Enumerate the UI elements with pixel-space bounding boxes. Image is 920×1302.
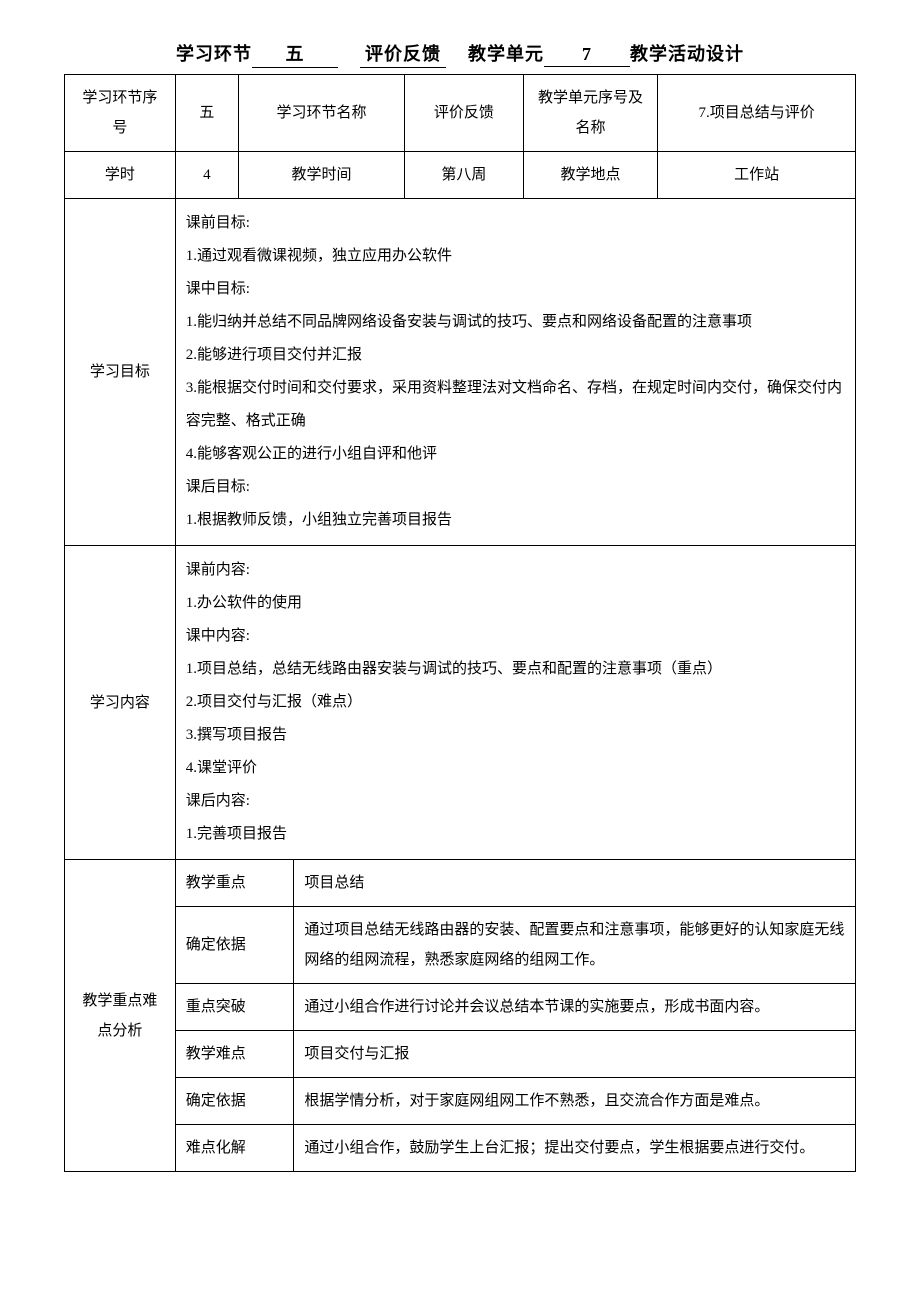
contents-body: 课前内容: 1.办公软件的使用 课中内容: 1.项目总结，总结无线路由器安装与调…: [175, 546, 855, 860]
analysis-r6b: 通过小组合作，鼓励学生上台汇报；提出交付要点，学生根据要点进行交付。: [294, 1125, 856, 1172]
analysis-label: 教学重点难点分析: [65, 860, 176, 1172]
cnt-in-2: 2.项目交付与汇报（难点）: [186, 686, 845, 719]
objectives-label: 学习目标: [65, 199, 176, 546]
analysis-r4b: 项目交付与汇报: [294, 1031, 856, 1078]
analysis-row-2: 确定依据 通过项目总结无线路由器的安装、配置要点和注意事项，能够更好的认知家庭无…: [65, 907, 856, 984]
analysis-r1a: 教学重点: [175, 860, 294, 907]
cnt-in-3: 3.撰写项目报告: [186, 719, 845, 752]
hdr-place-label: 教学地点: [523, 152, 657, 199]
analysis-r4a: 教学难点: [175, 1031, 294, 1078]
cnt-pre-title: 课前内容:: [186, 554, 845, 587]
obj-post-1: 1.根据教师反馈，小组独立完善项目报告: [186, 504, 845, 537]
obj-in-1: 1.能归纳并总结不同品牌网络设备安装与调试的技巧、要点和网络设备配置的注意事项: [186, 306, 845, 339]
header-row-1: 学习环节序号 五 学习环节名称 评价反馈 教学单元序号及名称 7.项目总结与评价: [65, 75, 856, 152]
analysis-row-3: 重点突破 通过小组合作进行讨论并会议总结本节课的实施要点，形成书面内容。: [65, 984, 856, 1031]
objectives-body: 课前目标: 1.通过观看微课视频，独立应用办公软件 课中目标: 1.能归纳并总结…: [175, 199, 855, 546]
title-stage-no: 五: [252, 40, 338, 68]
hdr-unit-label: 教学单元序号及名称: [523, 75, 657, 152]
cnt-pre-1: 1.办公软件的使用: [186, 587, 845, 620]
obj-in-4: 4.能够客观公正的进行小组自评和他评: [186, 438, 845, 471]
hdr-place-val: 工作站: [658, 152, 856, 199]
contents-label: 学习内容: [65, 546, 176, 860]
title-unit-no: 7: [544, 44, 630, 67]
analysis-r3a: 重点突破: [175, 984, 294, 1031]
title-pre: 学习环节: [176, 44, 252, 64]
hdr-stage-seq-val: 五: [175, 75, 238, 152]
analysis-r1b: 项目总结: [294, 860, 856, 907]
analysis-r5a: 确定依据: [175, 1078, 294, 1125]
obj-in-3: 3.能根据交付时间和交付要求，采用资料整理法对文档命名、存档，在规定时间内交付，…: [186, 372, 845, 438]
hdr-time-label: 教学时间: [239, 152, 405, 199]
obj-post-title: 课后目标:: [186, 471, 845, 504]
obj-in-title: 课中目标:: [186, 273, 845, 306]
header-row-2: 学时 4 教学时间 第八周 教学地点 工作站: [65, 152, 856, 199]
analysis-r5b: 根据学情分析，对于家庭网组网工作不熟悉，且交流合作方面是难点。: [294, 1078, 856, 1125]
obj-pre-1: 1.通过观看微课视频，独立应用办公软件: [186, 240, 845, 273]
hdr-stage-name-label: 学习环节名称: [239, 75, 405, 152]
obj-pre-title: 课前目标:: [186, 207, 845, 240]
title-gap1: [338, 44, 360, 64]
design-table: 学习环节序号 五 学习环节名称 评价反馈 教学单元序号及名称 7.项目总结与评价…: [64, 74, 856, 1172]
contents-row: 学习内容 课前内容: 1.办公软件的使用 课中内容: 1.项目总结，总结无线路由…: [65, 546, 856, 860]
analysis-r2a: 确定依据: [175, 907, 294, 984]
hdr-hours-label: 学时: [65, 152, 176, 199]
obj-in-2: 2.能够进行项目交付并汇报: [186, 339, 845, 372]
hdr-hours-val: 4: [175, 152, 238, 199]
objectives-row: 学习目标 课前目标: 1.通过观看微课视频，独立应用办公软件 课中目标: 1.能…: [65, 199, 856, 546]
hdr-time-val: 第八周: [405, 152, 524, 199]
hdr-unit-val: 7.项目总结与评价: [658, 75, 856, 152]
title-stage-name: 评价反馈: [360, 40, 446, 68]
analysis-row-5: 确定依据 根据学情分析，对于家庭网组网工作不熟悉，且交流合作方面是难点。: [65, 1078, 856, 1125]
analysis-r2b: 通过项目总结无线路由器的安装、配置要点和注意事项，能够更好的认知家庭无线网络的组…: [294, 907, 856, 984]
analysis-r3b: 通过小组合作进行讨论并会议总结本节课的实施要点，形成书面内容。: [294, 984, 856, 1031]
cnt-post-title: 课后内容:: [186, 785, 845, 818]
analysis-row-6: 难点化解 通过小组合作，鼓励学生上台汇报；提出交付要点，学生根据要点进行交付。: [65, 1125, 856, 1172]
title-mid: 教学单元: [446, 44, 544, 64]
cnt-in-1: 1.项目总结，总结无线路由器安装与调试的技巧、要点和配置的注意事项（重点）: [186, 653, 845, 686]
title-post: 教学活动设计: [630, 44, 744, 64]
hdr-stage-name-val: 评价反馈: [405, 75, 524, 152]
analysis-row-1: 教学重点难点分析 教学重点 项目总结: [65, 860, 856, 907]
analysis-row-4: 教学难点 项目交付与汇报: [65, 1031, 856, 1078]
page-title: 学习环节五 评价反馈 教学单元7教学活动设计: [64, 40, 856, 68]
hdr-stage-seq-label: 学习环节序号: [65, 75, 176, 152]
cnt-post-1: 1.完善项目报告: [186, 818, 845, 851]
cnt-in-4: 4.课堂评价: [186, 752, 845, 785]
analysis-r6a: 难点化解: [175, 1125, 294, 1172]
cnt-in-title: 课中内容:: [186, 620, 845, 653]
